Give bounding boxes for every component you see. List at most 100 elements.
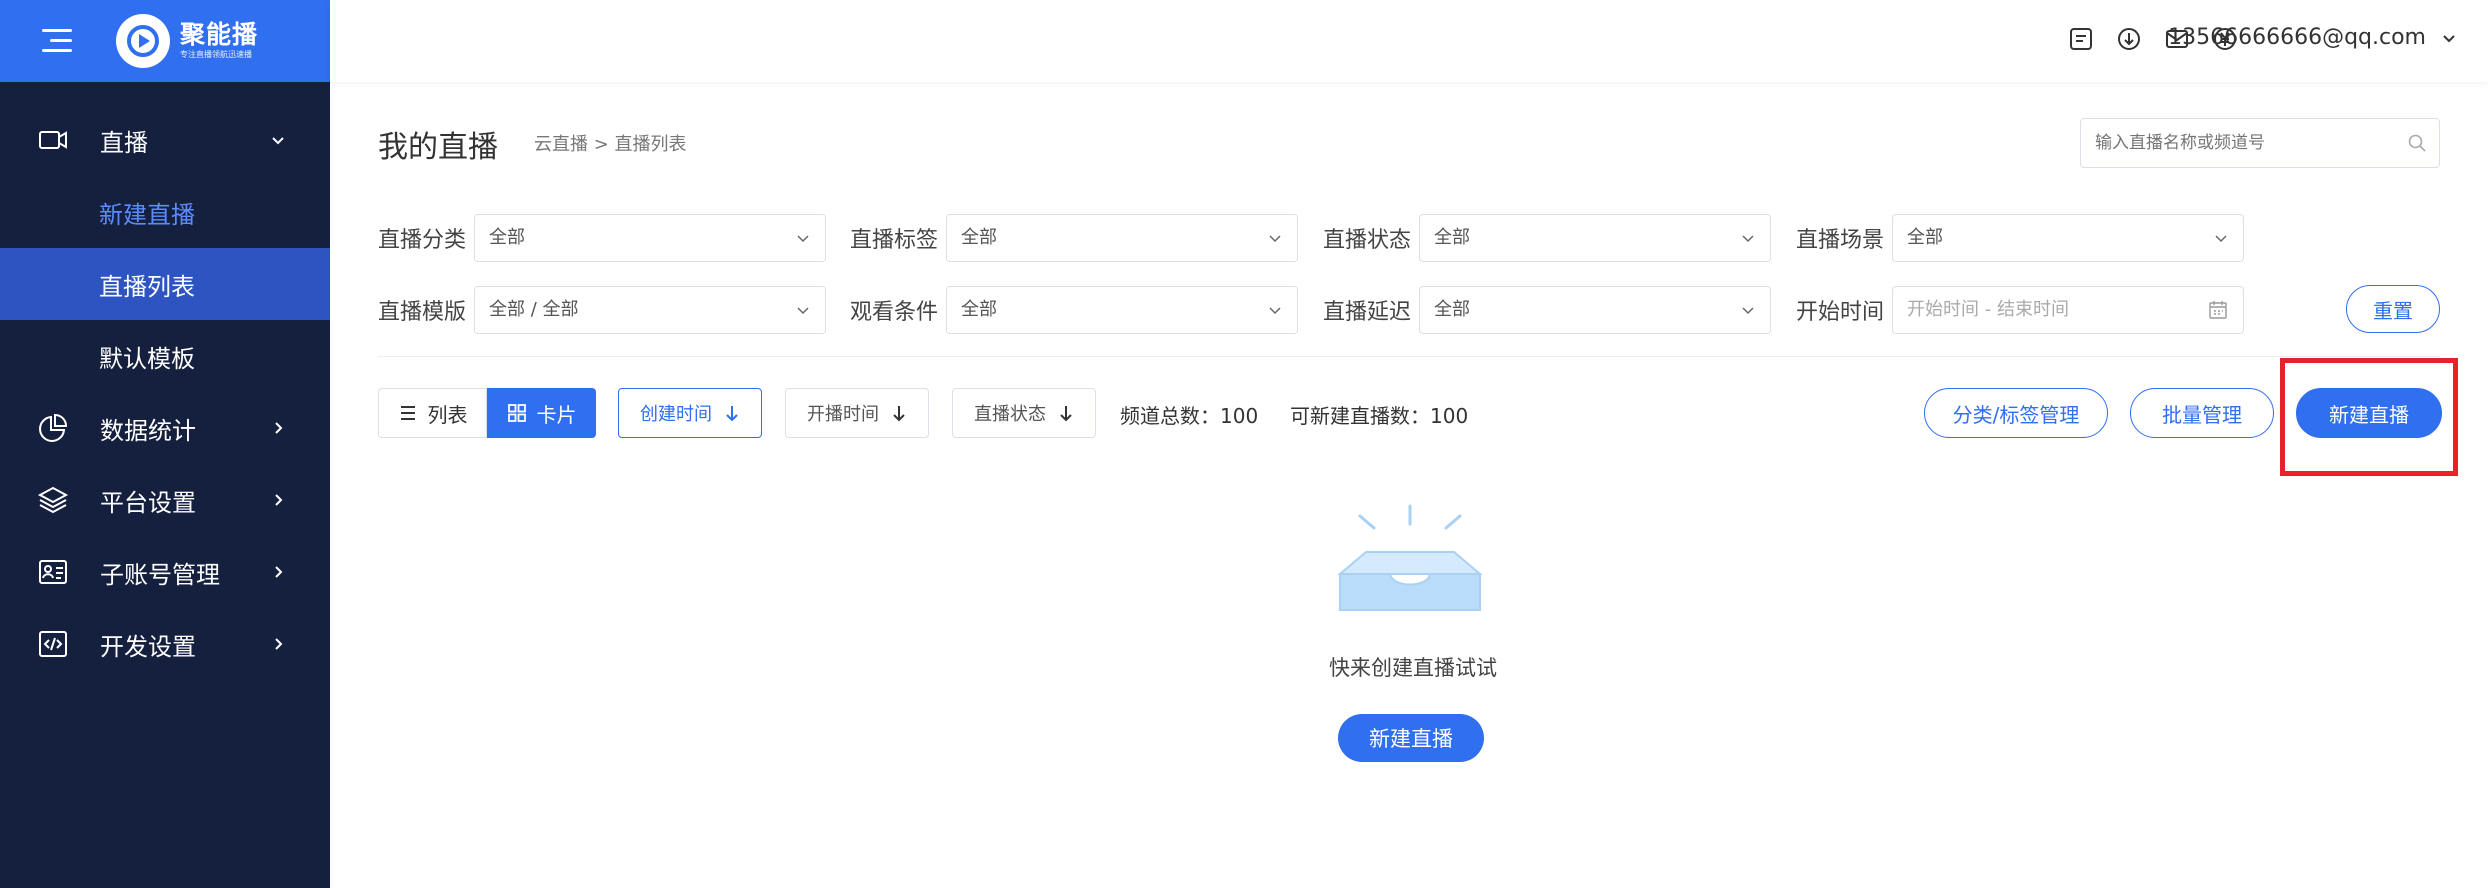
filter-label-category: 直播分类: [378, 228, 467, 253]
sidebar-item-dev-settings[interactable]: 开发设置: [0, 608, 330, 680]
chevron-down-icon: [1269, 235, 1281, 243]
search-input[interactable]: [2081, 119, 2381, 167]
channel-total: 频道总数：100: [1120, 404, 1259, 428]
date-range-placeholder: 开始时间 - 结束时间: [1907, 299, 2069, 320]
hamburger-menu-icon[interactable]: [42, 27, 78, 55]
can-create-count: 可新建直播数：100: [1290, 404, 1469, 428]
sort-label: 直播状态: [974, 404, 1046, 425]
sidebar-item-label: 平台设置: [100, 488, 196, 517]
sidebar-item-label: 数据统计: [100, 416, 196, 445]
logo-icon: [116, 14, 170, 68]
brand-name: 聚能播: [180, 20, 259, 49]
highlight-box: [2280, 358, 2458, 476]
search-icon[interactable]: [2407, 133, 2427, 153]
sort-status-button[interactable]: 直播状态: [952, 388, 1096, 438]
filter-label-scene: 直播场景: [1796, 228, 1885, 253]
download-icon[interactable]: [2116, 26, 2142, 52]
message-icon[interactable]: [2068, 26, 2094, 52]
chevron-down-icon: [2443, 34, 2455, 42]
arrow-down-icon: [1060, 406, 1072, 422]
filter-label-tag: 直播标签: [850, 228, 939, 253]
chevron-down-icon: [2215, 235, 2227, 243]
category-select[interactable]: 全部: [474, 214, 826, 262]
code-icon: [36, 627, 70, 661]
chevron-right-icon: [275, 494, 283, 506]
user-email: 13566666666@qq.com: [2168, 25, 2426, 50]
user-menu[interactable]: 13566666666@qq.com: [2168, 25, 2458, 50]
view-toggle: 列表 卡片: [378, 388, 596, 438]
card-view-button[interactable]: 卡片: [487, 388, 596, 438]
sort-start-time-button[interactable]: 开播时间: [785, 388, 929, 438]
sidebar-item-live[interactable]: 直播: [0, 104, 330, 176]
video-camera-icon: [36, 123, 70, 157]
brand-text: 聚能播 专注直播领航迅速播: [180, 21, 258, 61]
reset-button[interactable]: 重置: [2346, 285, 2440, 333]
sidebar-item-label: 开发设置: [100, 632, 196, 661]
tag-select[interactable]: 全部: [946, 214, 1298, 262]
select-value: 全部: [1907, 227, 1943, 248]
condition-select[interactable]: 全部: [946, 286, 1298, 334]
chevron-down-icon: [1269, 307, 1281, 315]
category-tag-manage-button[interactable]: 分类/标签管理: [1924, 388, 2108, 438]
chevron-right-icon: [275, 638, 283, 650]
sidebar-subitem-default-template[interactable]: 默认模板: [0, 320, 330, 392]
status-select[interactable]: 全部: [1419, 214, 1771, 262]
pie-chart-icon: [36, 411, 70, 445]
chevron-down-icon: [797, 307, 809, 315]
empty-create-live-button[interactable]: 新建直播: [1338, 714, 1484, 762]
filter-label-start-time: 开始时间: [1796, 300, 1885, 325]
empty-state-text: 快来创建直播试试: [1329, 656, 1497, 680]
chevron-down-icon: [1742, 307, 1754, 315]
latency-select[interactable]: 全部: [1419, 286, 1771, 334]
sort-label: 开播时间: [807, 404, 879, 425]
template-select[interactable]: 全部 / 全部: [474, 286, 826, 334]
sidebar-item-label: 子账号管理: [100, 560, 220, 589]
chevron-down-icon: [1742, 235, 1754, 243]
chevron-right-icon: [275, 566, 283, 578]
select-value: 全部 / 全部: [489, 299, 579, 320]
sidebar-menu: 直播 新建直播 直播列表 默认模板 数据统计 平台设置 子账号管理 开发设置: [0, 104, 330, 680]
page-title: 我的直播: [378, 130, 498, 165]
filter-label-status: 直播状态: [1323, 228, 1412, 253]
divider: [378, 356, 2440, 357]
sidebar-item-statistics[interactable]: 数据统计: [0, 392, 330, 464]
calendar-icon: [2209, 301, 2227, 319]
list-view-label: 列表: [427, 402, 468, 427]
scene-select[interactable]: 全部: [1892, 214, 2244, 262]
arrow-down-icon: [893, 406, 905, 422]
select-value: 全部: [961, 227, 997, 248]
date-range-picker[interactable]: 开始时间 - 结束时间: [1892, 286, 2244, 334]
list-view-button[interactable]: 列表: [378, 388, 487, 438]
sidebar-item-sub-accounts[interactable]: 子账号管理: [0, 536, 330, 608]
grid-icon: [507, 404, 526, 422]
sidebar: 聚能播 专注直播领航迅速播 直播 新建直播 直播列表 默认模板 数据统计 平台设…: [0, 0, 330, 888]
top-bar: 13566666666@qq.com: [330, 0, 2488, 82]
main-content: 我的直播 云直播 > 直播列表 直播分类 全部 直播标签 全部 直播状态 全部 …: [330, 82, 2488, 888]
select-value: 全部: [1434, 227, 1470, 248]
select-value: 全部: [961, 299, 997, 320]
filter-label-template: 直播模版: [378, 300, 467, 325]
id-card-icon: [36, 555, 70, 589]
chevron-right-icon: [275, 422, 283, 434]
chevron-down-icon: [797, 235, 809, 243]
empty-inbox-icon: [1337, 504, 1483, 611]
batch-manage-button[interactable]: 批量管理: [2130, 388, 2274, 438]
sort-label: 创建时间: [640, 404, 712, 425]
filter-label-condition: 观看条件: [850, 300, 939, 325]
sidebar-subitem-live-list[interactable]: 直播列表: [0, 248, 330, 320]
sort-created-time-button[interactable]: 创建时间: [618, 388, 762, 438]
breadcrumb[interactable]: 云直播 > 直播列表: [534, 130, 687, 156]
sidebar-item-platform-settings[interactable]: 平台设置: [0, 464, 330, 536]
sidebar-subitem-new-live[interactable]: 新建直播: [0, 176, 330, 248]
sidebar-item-label: 直播: [100, 128, 148, 157]
brand-slogan: 专注直播领航迅速播: [180, 50, 252, 59]
list-icon: [400, 406, 415, 420]
chevron-down-icon: [272, 137, 284, 145]
select-value: 全部: [1434, 299, 1470, 320]
select-value: 全部: [489, 227, 525, 248]
arrow-down-icon: [726, 406, 738, 422]
brand-bar: 聚能播 专注直播领航迅速播: [0, 0, 330, 82]
layers-icon: [36, 483, 70, 517]
card-view-label: 卡片: [536, 402, 577, 427]
search-box: [2080, 118, 2440, 168]
